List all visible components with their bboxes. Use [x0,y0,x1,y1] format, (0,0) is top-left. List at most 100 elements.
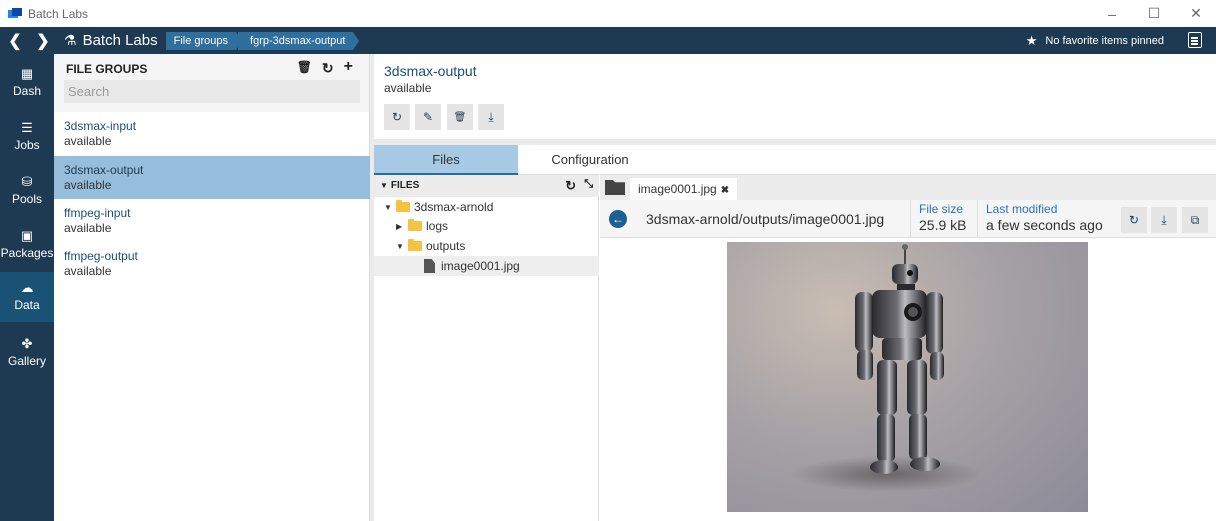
refresh-icon[interactable]: ↻ [322,60,334,77]
file-size-column: File size 25.9 kB [910,200,978,238]
rail-item-label: Jobs [14,138,40,152]
file-size-value: 25.9 kB [919,217,967,233]
gallery-icon: ✤ [21,336,33,351]
file-info-bar: ← 3dsmax-arnold/outputs/image0001.jpg Fi… [600,200,1216,238]
notebook-icon[interactable] [1188,32,1202,48]
add-icon[interactable]: + [344,59,353,77]
group-state: available [64,221,112,235]
tree-node-label: image0001.jpg [441,259,520,273]
rail-item-label: Packages [0,246,54,260]
file-viewer: image0001.jpg ✖ ← 3dsmax-arnold/outputs/i… [600,175,1216,521]
brand[interactable]: ⚗ Batch Labs [64,32,158,49]
file-groups-title: FILE GROUPS [66,62,148,76]
list-item[interactable]: ffmpeg-input available [54,199,370,242]
pools-icon: ⛁ [21,174,33,189]
favorites-label: No favorite items pinned [1045,34,1164,47]
tree-node-image0001[interactable]: image0001.jpg [374,256,599,276]
group-name: ffmpeg-input [64,206,131,220]
file-path: 3dsmax-arnold/outputs/image0001.jpg [646,211,885,227]
tab-configuration[interactable]: Configuration [518,145,662,175]
viewer-tab-image0001[interactable]: image0001.jpg ✖ [630,178,738,200]
breadcrumb-current-group[interactable]: fgrp-3dsmax-output [238,31,360,50]
folder-icon [408,219,422,231]
tab-bar: Files Configuration [374,145,1216,175]
list-item[interactable]: 3dsmax-input available [54,112,370,155]
folder-open-icon [408,239,422,251]
caret-down-icon: ▼ [384,202,392,212]
delete-icon[interactable]: 🗑 [297,60,312,77]
caret-down-icon: ▼ [396,241,404,251]
file-icon [424,259,435,273]
breadcrumb-file-groups[interactable]: File groups [165,31,243,50]
group-name: 3dsmax-input [64,119,137,133]
dashboard-icon: ▦ [20,66,34,81]
rail-item-packages[interactable]: ▣ Packages [0,222,54,268]
tree-node-label: outputs [426,239,466,253]
minimize-button[interactable]: – [1092,0,1132,27]
rail-item-gallery[interactable]: ✤ Gallery [0,330,54,376]
caret-down-icon: ▼ [380,181,388,190]
file-groups-panel: FILE GROUPS 🗑 ↻ + 3dsmax-input available… [54,54,370,521]
flask-icon: ⚗ [64,32,77,48]
rail-item-label: Pools [11,192,43,206]
detail-state: available [384,81,432,95]
download-button[interactable]: ⤓ [1151,207,1177,233]
cloud-upload-icon: ☁ [20,280,34,295]
top-navbar: ❮ ❯ ⚗ Batch Labs File groups fgrp-3dsmax… [0,27,1216,54]
file-size-label: File size [919,202,964,216]
file-groups-header: FILE GROUPS 🗑 ↻ + [54,54,369,112]
rail-item-label: Data [14,298,40,312]
group-state: available [64,134,112,148]
refresh-icon[interactable]: ↻ [565,178,576,194]
last-modified-column: Last modified a few seconds ago [977,200,1111,238]
open-external-button[interactable]: ⧉ [1182,207,1208,233]
window-title: Batch Labs [28,6,89,21]
star-icon: ★ [1025,32,1038,48]
folder-icon[interactable] [605,180,625,195]
group-name: 3dsmax-output [64,163,144,177]
rail-item-label: Dash [12,84,41,98]
refresh-button[interactable]: ↻ [384,104,410,130]
image-preview [727,242,1088,512]
maximize-button[interactable]: ☐ [1134,0,1174,27]
tree-node-outputs[interactable]: ▼ outputs [396,236,465,256]
folder-open-icon [396,200,410,212]
rail-item-label: Gallery [7,354,46,368]
collapse-icon[interactable]: ⤡ [584,178,593,194]
robot-render-image [792,244,982,492]
delete-button[interactable]: 🗑 [447,104,473,130]
list-item[interactable]: ffmpeg-output available [54,242,370,285]
tree-node-logs[interactable]: ▶ logs [396,216,448,236]
jobs-icon: ☰ [21,120,33,135]
tree-node-3dsmax-arnold[interactable]: ▼ 3dsmax-arnold [384,197,493,217]
rail-item-dash[interactable]: ▦ Dash [0,60,54,106]
rail-item-data[interactable]: ☁ Data [0,272,54,322]
group-name: ffmpeg-output [64,249,138,263]
packages-icon: ▣ [20,228,34,243]
brand-label: Batch Labs [82,32,158,49]
viewer-tab-bar: image0001.jpg ✖ [600,175,1216,200]
tab-files[interactable]: Files [374,145,518,175]
search-input[interactable] [64,80,360,103]
group-state: available [64,178,112,192]
rail-item-jobs[interactable]: ☰ Jobs [0,114,54,160]
batch-labs-app-icon [8,7,22,20]
edit-button[interactable]: ✎ [415,104,441,130]
download-button[interactable]: ⤓ [478,104,504,130]
group-state: available [64,264,112,278]
detail-title: 3dsmax-output [384,63,477,79]
back-arrow-button[interactable]: ❮ [4,31,26,51]
back-circle-icon[interactable]: ← [609,210,627,228]
favorites-dropdown[interactable]: ★ No favorite items pinned [1026,33,1164,49]
refresh-button[interactable]: ↻ [1121,207,1147,233]
file-tree-title: ▼ FILES [380,180,419,191]
list-item-selected[interactable]: 3dsmax-output available [54,156,370,199]
forward-arrow-button[interactable]: ❯ [32,31,54,51]
rail-item-pools[interactable]: ⛁ Pools [0,168,54,214]
close-button[interactable]: ✕ [1176,0,1216,27]
files-label: FILES [390,180,420,191]
last-modified-label: Last modified [986,202,1058,216]
close-icon[interactable]: ✖ [721,185,729,196]
detail-header: 3dsmax-output available ↻ ✎ 🗑 ⤓ [374,54,1216,139]
file-tree-header: ▼ FILES ↻ ⤡ [374,175,599,197]
